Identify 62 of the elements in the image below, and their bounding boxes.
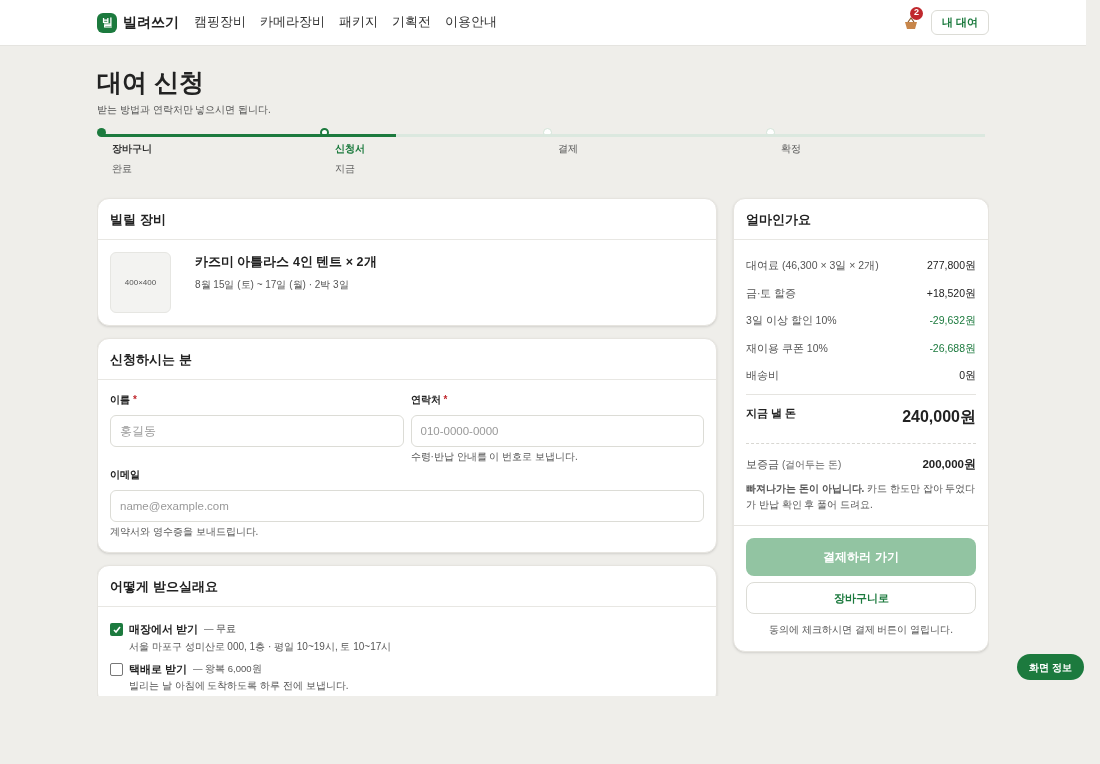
item-name: 카즈미 아틀라스 4인 텐트 × 2개 bbox=[195, 254, 377, 272]
deposit-label: 보증금 bbox=[746, 456, 779, 472]
price-label: 3일 이상 할인 10% bbox=[746, 313, 837, 329]
required-mark: * bbox=[133, 393, 137, 408]
logo-mark[interactable]: 빌 bbox=[97, 12, 117, 33]
cart-button[interactable]: 장바구니로 bbox=[746, 582, 976, 614]
nav-link[interactable]: 기획전 bbox=[392, 13, 431, 32]
nav-link[interactable]: 카메라장비 bbox=[260, 13, 325, 32]
price-amount: 0원 bbox=[959, 368, 976, 384]
price-amount: 277,800원 bbox=[927, 258, 976, 274]
step-label: 신청서 bbox=[335, 142, 366, 156]
text-field[interactable]: 홍길동 bbox=[110, 415, 404, 448]
nav-link[interactable]: 패키지 bbox=[339, 13, 378, 32]
card-title: 얼마인가요 bbox=[746, 210, 811, 229]
price-amount: -26,688원 bbox=[929, 340, 976, 356]
deposit-note: (걸어두는 돈) bbox=[782, 457, 842, 472]
checkbox[interactable] bbox=[110, 623, 123, 636]
field-label: 연락처 bbox=[410, 393, 441, 408]
price-amount: -29,632원 bbox=[929, 313, 976, 329]
step-label: 결제 bbox=[558, 142, 579, 156]
price-label: 배송비 bbox=[746, 368, 779, 384]
nav-link[interactable]: 이용안내 bbox=[445, 13, 497, 32]
text-field[interactable]: 010-0000-0000 bbox=[410, 415, 704, 448]
option-detail: 빌리는 날 아침에 도착하도록 하루 전에 보냅니다. bbox=[129, 680, 350, 693]
option-title: 택배로 받기 bbox=[129, 661, 188, 677]
basket-icon[interactable] bbox=[903, 15, 918, 30]
deposit-amount: 200,000원 bbox=[922, 456, 976, 472]
checkbox[interactable] bbox=[110, 662, 123, 676]
count-badge: 2 bbox=[909, 6, 923, 20]
step-note: 지금 bbox=[335, 162, 356, 176]
field-label: 이메일 bbox=[110, 468, 140, 483]
step-note: 완료 bbox=[112, 162, 133, 176]
price-label: 재이용 쿠폰 10% bbox=[746, 340, 828, 356]
step-label: 확정 bbox=[781, 142, 802, 156]
option-detail: 서울 마포구 성미산로 000, 1층 · 평일 10~19시, 토 10~17시 bbox=[129, 640, 393, 653]
price-label: 대여료 (46,300 × 3일 × 2개) bbox=[746, 258, 879, 274]
card-title: 어떻게 받으실래요 bbox=[110, 577, 218, 596]
rental-dates: 8월 15일 (토) ~ 17일 (월) · 2박 3일 bbox=[195, 278, 350, 292]
page-subtitle: 받는 방법과 연락처만 넣으시면 됩니다. bbox=[97, 103, 272, 117]
price-amount: +18,520원 bbox=[926, 285, 976, 301]
option-price: — 무료 bbox=[204, 622, 237, 637]
image-size-label: 400×400 bbox=[124, 276, 157, 289]
nav-link[interactable]: 캠핑장비 bbox=[194, 13, 246, 32]
screen-info-button[interactable]: 화면 정보 bbox=[1017, 654, 1084, 680]
step-label: 장바구니 bbox=[112, 142, 153, 156]
my-rentals-button[interactable]: 내 대여 bbox=[930, 10, 989, 35]
deposit-text: 빠져나가는 돈이 아닙니다. 카드 한도만 잡아 두었다가 반납 확인 후 풀어 드려요. bbox=[746, 482, 976, 512]
hint-text: 동의에 체크하시면 결제 버튼이 열립니다. bbox=[768, 623, 954, 637]
card-title: 신청하시는 분 bbox=[110, 350, 192, 369]
price-label: 금·토 할증 bbox=[746, 285, 797, 301]
field-label: 이름 bbox=[110, 393, 130, 408]
option-title: 매장에서 받기 bbox=[129, 622, 199, 638]
required-mark: * bbox=[443, 393, 448, 408]
field-help: 수령·반납 안내를 이 번호로 보냅니다. bbox=[410, 451, 579, 464]
total-amount: 240,000원 bbox=[902, 406, 976, 427]
option-price: — 왕복 6,000원 bbox=[193, 661, 262, 676]
total-label: 지금 낼 돈 bbox=[746, 405, 797, 421]
page-title: 대여 신청 bbox=[97, 67, 205, 98]
brand-name[interactable]: 빌려쓰기 bbox=[123, 12, 179, 33]
card-title: 빌릴 장비 bbox=[110, 210, 166, 229]
text-field[interactable]: name@example.com bbox=[110, 490, 704, 523]
field-help: 계약서와 영수증을 보내드립니다. bbox=[110, 526, 260, 539]
